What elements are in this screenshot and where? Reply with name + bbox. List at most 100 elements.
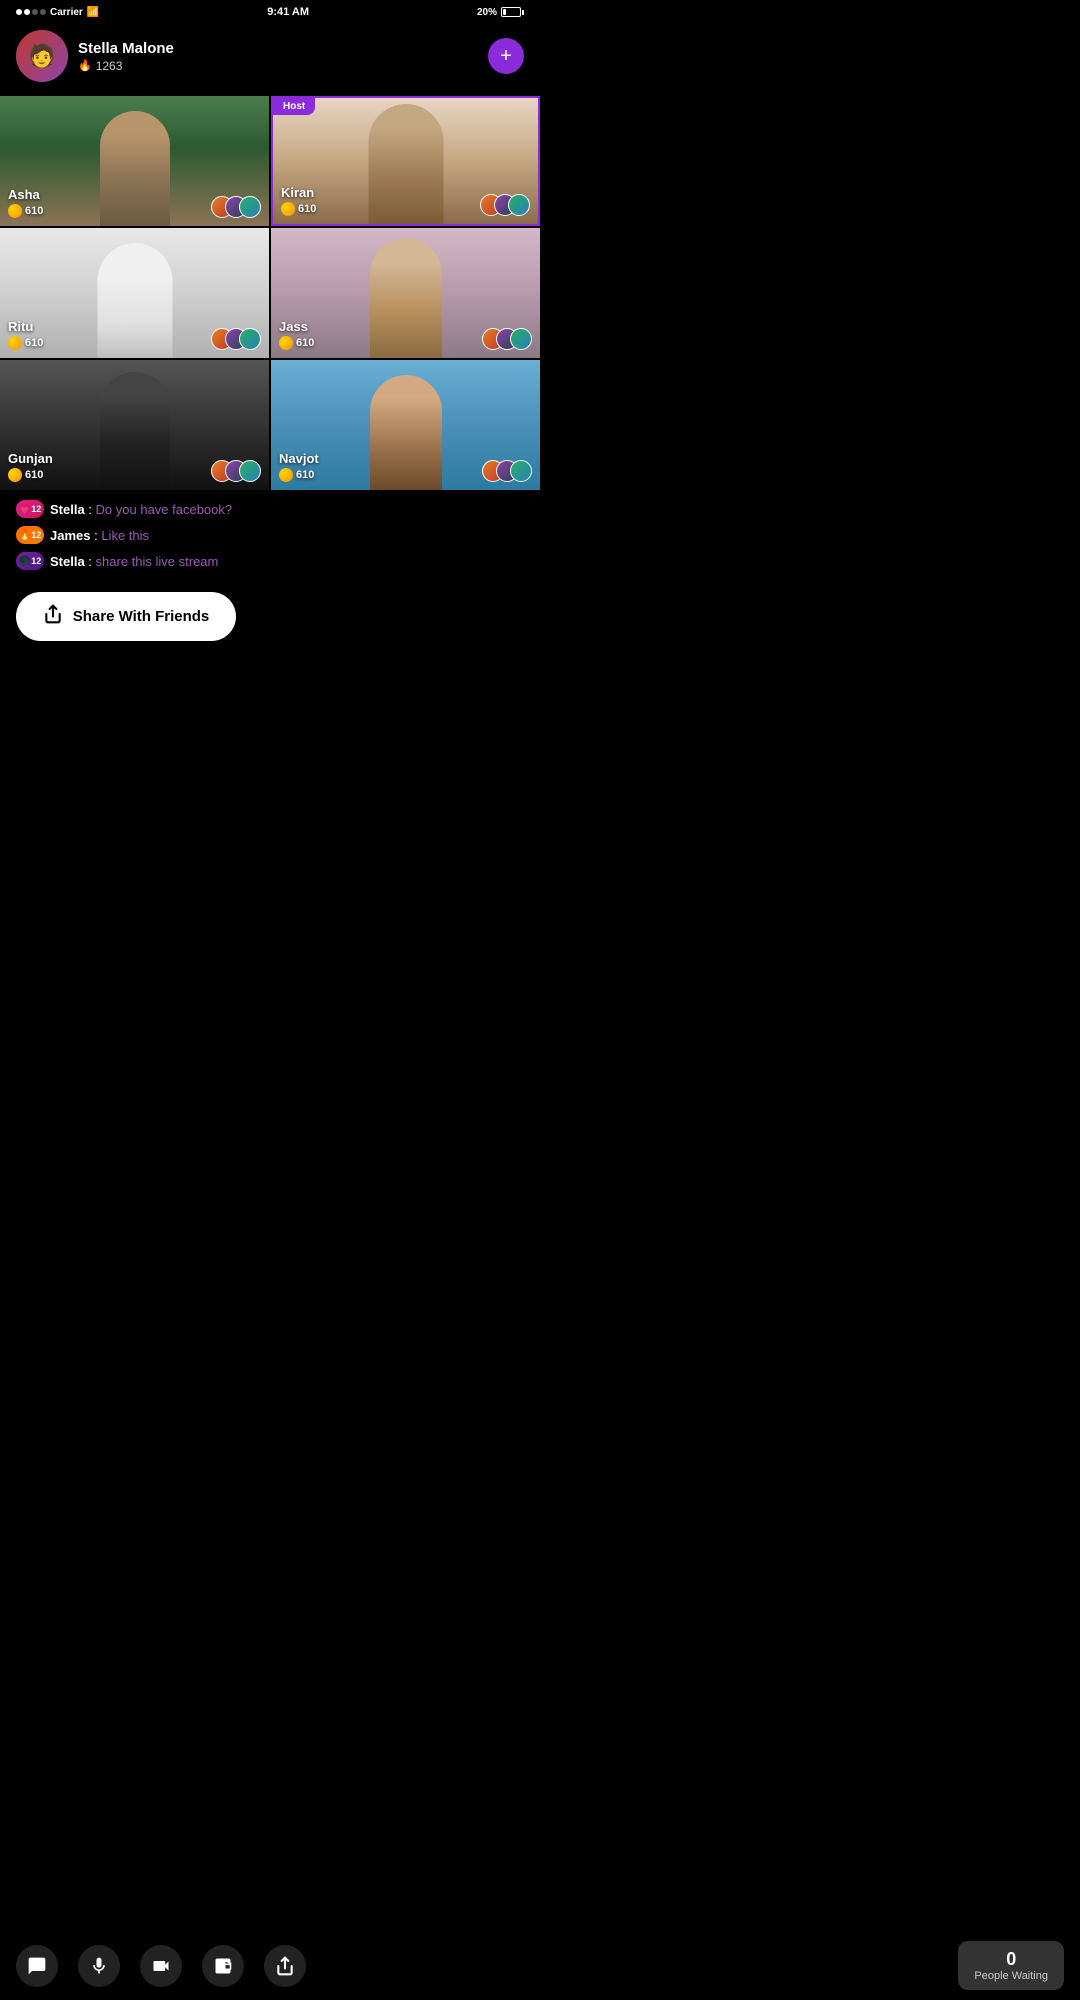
mic-icon-button[interactable] (78, 1945, 120, 1987)
person-navjot (370, 375, 442, 490)
status-left: Carrier 📶 (16, 7, 99, 18)
coin-icon (279, 336, 293, 350)
cell-info-jass: Jass 610 (279, 319, 314, 350)
cell-info-asha: Asha 610 (8, 187, 43, 218)
status-bar: Carrier 📶 9:41 AM 20% (0, 0, 540, 22)
profile-info: Stella Malone 🔥 1263 (78, 40, 478, 73)
score-value: 1263 (96, 59, 123, 73)
bottom-icons (16, 1945, 306, 1987)
badge-num-1: 12 (31, 504, 41, 514)
coin-icon (8, 336, 22, 350)
cell-avatars-gunjan (211, 460, 261, 482)
battery-icon (501, 7, 524, 17)
chat-badge-1: 💗 12 (16, 500, 44, 518)
cell-name-ritu: Ritu (8, 319, 43, 334)
cell-coins-asha: 610 (8, 204, 43, 218)
battery-percent: 20% (477, 7, 497, 18)
coin-icon (8, 204, 22, 218)
video-cell-gunjan[interactable]: Gunjan 610 (0, 360, 269, 490)
coin-icon (281, 202, 295, 216)
coins-value: 610 (25, 205, 43, 217)
chat-text-2: James : Like this (50, 528, 149, 543)
chat-message-1: 💗 12 Stella : Do you have facebook? (16, 500, 524, 518)
share-icon-button[interactable] (264, 1945, 306, 1987)
cell-coins-gunjan: 610 (8, 468, 53, 482)
person-jass (370, 238, 442, 358)
signal-dot-1 (16, 9, 22, 15)
coin-icon (279, 468, 293, 482)
cell-info-ritu: Ritu 610 (8, 319, 43, 350)
person-ritu (97, 243, 172, 358)
cell-coins-ritu: 610 (8, 336, 43, 350)
cell-name-navjot: Navjot (279, 451, 319, 466)
cell-name-kiran: Kiran (281, 185, 316, 200)
host-badge: Host (273, 98, 315, 115)
coins-value: 610 (296, 337, 314, 349)
coins-value: 610 (25, 337, 43, 349)
add-button[interactable]: + (488, 38, 524, 74)
chat-content-1: Do you have facebook? (96, 502, 233, 517)
person-kiran (368, 104, 443, 224)
signal-dot-3 (32, 9, 38, 15)
people-waiting-label: People Waiting (974, 1970, 1048, 1982)
cell-avatars-kiran (480, 194, 530, 216)
share-button-label: Share With Friends (73, 608, 210, 625)
mini-avatar-3 (508, 194, 530, 216)
chat-section: 💗 12 Stella : Do you have facebook? 🔥 12… (0, 490, 540, 584)
chat-message-3: 🌑 12 Stella : share this live stream (16, 552, 524, 570)
mini-avatar-3 (239, 196, 261, 218)
chat-badge-2: 🔥 12 (16, 526, 44, 544)
video-cell-navjot[interactable]: Navjot 610 (271, 360, 540, 490)
coin-icon (8, 468, 22, 482)
chat-text-3: Stella : share this live stream (50, 554, 218, 569)
coins-value: 610 (298, 203, 316, 215)
cell-info-gunjan: Gunjan 610 (8, 451, 53, 482)
carrier-label: Carrier (50, 7, 83, 18)
share-icon (43, 604, 63, 629)
mini-avatar-3 (510, 460, 532, 482)
video-cell-kiran[interactable]: Host Kiran 610 (271, 96, 540, 226)
cell-info-kiran: Kiran 610 (281, 185, 316, 216)
share-with-friends-button[interactable]: Share With Friends (16, 592, 236, 641)
cell-name-gunjan: Gunjan (8, 451, 53, 466)
cell-avatars-ritu (211, 328, 261, 350)
chat-message-2: 🔥 12 James : Like this (16, 526, 524, 544)
video-grid: Asha 610 Host Kiran 610 (0, 96, 540, 490)
fire-icon: 🔥 (78, 59, 92, 72)
chat-icon-button[interactable] (16, 1945, 58, 1987)
signal-dots (16, 9, 46, 15)
status-right: 20% (477, 7, 524, 18)
coins-value: 610 (25, 469, 43, 481)
signal-dot-2 (24, 9, 30, 15)
people-waiting: 0 People Waiting (958, 1941, 1064, 1990)
mini-avatar-3 (510, 328, 532, 350)
cell-coins-jass: 610 (279, 336, 314, 350)
video-cell-jass[interactable]: Jass 610 (271, 228, 540, 358)
badge-num-2: 12 (31, 530, 41, 540)
cell-name-asha: Asha (8, 187, 43, 202)
signal-dot-4 (40, 9, 46, 15)
video-cell-asha[interactable]: Asha 610 (0, 96, 269, 226)
wifi-icon: 📶 (87, 7, 99, 18)
coins-value: 610 (296, 469, 314, 481)
avatar: 🧑 (16, 30, 68, 82)
mini-avatar-3 (239, 460, 261, 482)
video-icon-button[interactable] (140, 1945, 182, 1987)
cell-coins-navjot: 610 (279, 468, 319, 482)
profile-name: Stella Malone (78, 40, 478, 57)
cell-avatars-navjot (482, 460, 532, 482)
cell-coins-kiran: 610 (281, 202, 316, 216)
bottom-bar: 0 People Waiting (0, 1931, 1080, 2000)
video-cell-ritu[interactable]: Ritu 610 (0, 228, 269, 358)
badge-num-3: 12 (31, 556, 41, 566)
wallet-icon-button[interactable] (202, 1945, 244, 1987)
profile-header: 🧑 Stella Malone 🔥 1263 + (0, 22, 540, 90)
cell-info-navjot: Navjot 610 (279, 451, 319, 482)
chat-content-2: Like this (101, 528, 149, 543)
chat-badge-3: 🌑 12 (16, 552, 44, 570)
chat-text-1: Stella : Do you have facebook? (50, 502, 232, 517)
mini-avatar-3 (239, 328, 261, 350)
profile-score: 🔥 1263 (78, 59, 478, 73)
person-gunjan (100, 372, 170, 490)
cell-avatars-jass (482, 328, 532, 350)
